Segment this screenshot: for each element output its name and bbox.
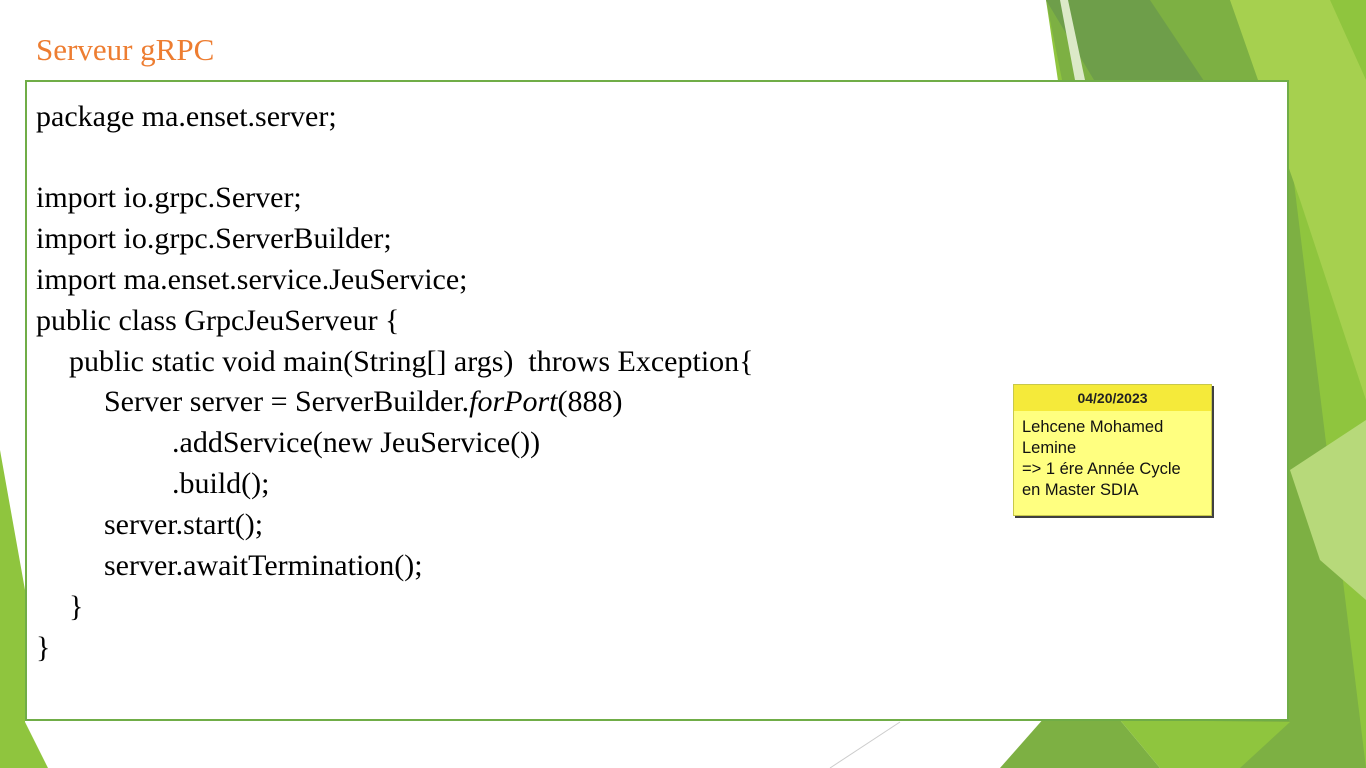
code-segment: (888) [557,385,623,418]
note-line: Lehcene Mohamed [1022,418,1164,436]
note-line: => 1 ére Année Cycle [1022,460,1181,478]
sticky-note[interactable]: 04/20/2023 Lehcene Mohamed Lemine => 1 é… [1013,384,1212,516]
code-line: import ma.enset.service.JeuService; [36,263,468,296]
code-segment: Server server = ServerBuilder. [104,385,470,418]
code-line: public static void main(String[] args) t… [69,345,754,378]
code-line: import io.grpc.ServerBuilder; [36,222,392,255]
code-line: import io.grpc.Server; [36,181,302,214]
note-date: 04/20/2023 [1014,385,1211,411]
code-line: } [36,631,51,664]
note-body: Lehcene Mohamed Lemine => 1 ére Année Cy… [1014,411,1211,501]
code-line: .addService(new JeuService()) [172,426,541,459]
code-line: .build(); [172,467,270,500]
code-line: } [69,590,84,623]
code-line: server.awaitTermination(); [104,549,423,582]
note-line: en Master SDIA [1022,481,1139,499]
note-line: Lemine [1022,439,1077,457]
code-line: public class GrpcJeuServeur { [36,304,400,337]
code-line: package ma.enset.server; [36,100,337,133]
code-method-italic: forPort [469,385,558,418]
slide-title: Serveur gRPC [36,32,215,67]
code-line: server.start(); [104,508,264,541]
code-line: Server server = ServerBuilder.forPort(88… [104,385,622,419]
